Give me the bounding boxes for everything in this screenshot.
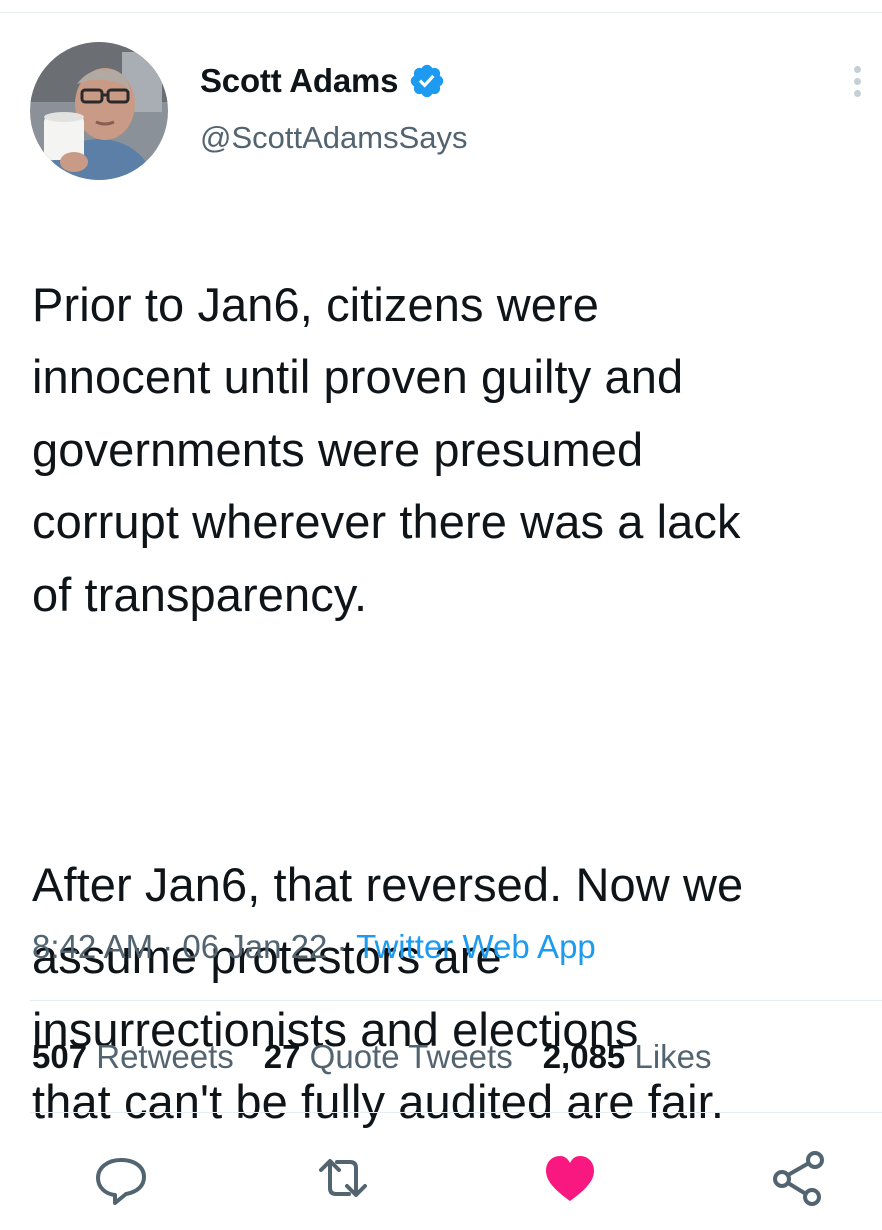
tweet-source-link[interactable]: Twitter Web App bbox=[356, 928, 596, 965]
tweet-date[interactable]: 06 Jan 22 bbox=[182, 928, 327, 965]
share-button[interactable] bbox=[768, 1148, 828, 1208]
tweet-time[interactable]: 8:42 AM bbox=[32, 928, 153, 965]
retweets-count: 507 bbox=[32, 1038, 88, 1075]
likes-stat[interactable]: 2,085 Likes bbox=[543, 1038, 712, 1076]
tweet-paragraph-2: After Jan6, that reversed. Now we assume… bbox=[32, 857, 744, 1129]
more-options-icon[interactable] bbox=[846, 66, 868, 106]
meta-separator: · bbox=[153, 928, 183, 965]
quote-tweets-label: Quote Tweets bbox=[300, 1038, 513, 1075]
tweet-stats: 507 Retweets 27 Quote Tweets 2,085 Likes bbox=[32, 1038, 742, 1076]
author-name-row: Scott Adams bbox=[200, 62, 446, 100]
avatar[interactable] bbox=[30, 42, 168, 180]
more-dot bbox=[853, 78, 861, 85]
retweet-button[interactable] bbox=[313, 1148, 373, 1208]
tweet-meta: 8:42 AM · 06 Jan 22 · Twitter Web App bbox=[32, 928, 596, 966]
stats-bottom-divider bbox=[30, 1112, 882, 1113]
stats-top-divider bbox=[30, 1000, 882, 1001]
retweets-label: Retweets bbox=[87, 1038, 234, 1075]
more-dot bbox=[853, 66, 861, 73]
author-handle[interactable]: @ScottAdamsSays bbox=[200, 120, 468, 156]
like-icon bbox=[546, 1156, 594, 1201]
retweets-stat[interactable]: 507 Retweets bbox=[32, 1038, 234, 1076]
top-divider bbox=[0, 12, 882, 13]
quote-tweets-stat[interactable]: 27 Quote Tweets bbox=[264, 1038, 513, 1076]
reply-button[interactable] bbox=[91, 1148, 151, 1208]
verified-badge-icon bbox=[408, 62, 446, 100]
author-display-name[interactable]: Scott Adams bbox=[200, 62, 398, 100]
likes-label: Likes bbox=[625, 1038, 712, 1075]
quote-tweets-count: 27 bbox=[263, 1038, 301, 1075]
reply-icon bbox=[96, 1158, 146, 1205]
more-dot bbox=[853, 90, 861, 97]
share-icon bbox=[773, 1151, 824, 1206]
tweet-paragraph-1: Prior to Jan6, citizens were innocent un… bbox=[32, 277, 741, 621]
retweet-icon bbox=[319, 1159, 367, 1197]
profile-photo bbox=[30, 42, 168, 180]
meta-separator: · bbox=[327, 928, 357, 965]
tweet-actions-bar bbox=[0, 1148, 882, 1208]
likes-count: 2,085 bbox=[542, 1038, 626, 1075]
like-button[interactable] bbox=[540, 1148, 600, 1208]
